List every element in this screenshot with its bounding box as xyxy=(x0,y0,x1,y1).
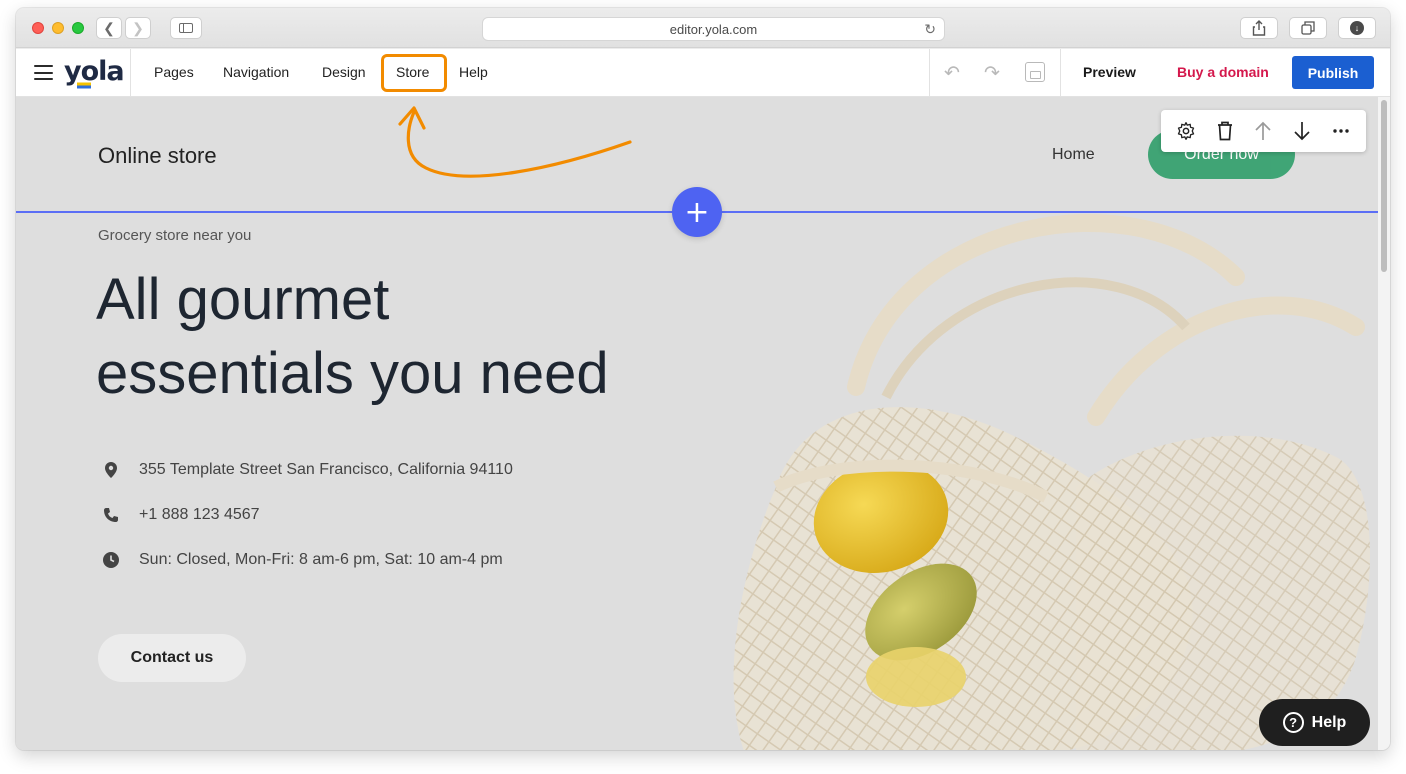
address-row[interactable]: 355 Template Street San Francisco, Calif… xyxy=(103,461,513,479)
store-highlight-box xyxy=(381,54,447,92)
gear-icon[interactable] xyxy=(1170,115,1202,147)
url-text: editor.yola.com xyxy=(669,21,758,37)
help-widget-button[interactable]: ? Help xyxy=(1259,699,1370,746)
hamburger-menu-icon[interactable] xyxy=(34,65,53,80)
preview-button[interactable]: Preview xyxy=(1083,64,1136,80)
menu-pages[interactable]: Pages xyxy=(154,64,194,80)
minimize-window-button[interactable] xyxy=(52,22,64,34)
contact-us-button[interactable]: Contact us xyxy=(98,634,246,682)
editor-toolbar: yola Pages Navigation Design Store Help … xyxy=(16,49,1390,97)
add-section-button[interactable]: + xyxy=(672,187,722,237)
browser-titlebar: ❮ ❯ editor.yola.com ↻ ↓ xyxy=(16,8,1390,48)
share-button[interactable] xyxy=(1240,17,1278,39)
buy-domain-link[interactable]: Buy a domain xyxy=(1177,64,1269,80)
close-window-button[interactable] xyxy=(32,22,44,34)
address-text: 355 Template Street San Francisco, Calif… xyxy=(139,461,513,478)
svg-text:yola: yola xyxy=(64,56,124,87)
sidebar-toggle-button[interactable] xyxy=(170,17,202,39)
hours-text: Sun: Closed, Mon-Fri: 8 am-6 pm, Sat: 10… xyxy=(139,551,503,568)
help-widget-label: Help xyxy=(1311,713,1347,731)
downloads-button[interactable]: ↓ xyxy=(1338,17,1376,39)
address-bar[interactable]: editor.yola.com ↻ xyxy=(482,17,945,41)
chevron-left-icon: ❮ xyxy=(103,19,115,36)
block-toolbar xyxy=(1161,110,1366,152)
menu-design[interactable]: Design xyxy=(322,64,366,80)
share-icon xyxy=(1252,20,1266,36)
tabs-icon xyxy=(1301,21,1315,35)
arrow-up-icon[interactable] xyxy=(1247,115,1279,147)
zoom-window-button[interactable] xyxy=(72,22,84,34)
arrow-down-icon[interactable] xyxy=(1286,115,1318,147)
sidebar-icon xyxy=(179,23,193,33)
phone-text: +1 888 123 4567 xyxy=(139,506,260,523)
reload-icon[interactable]: ↻ xyxy=(924,21,936,38)
clock-icon xyxy=(103,551,119,569)
publish-button[interactable]: Publish xyxy=(1292,56,1374,89)
canvas-scrollbar[interactable] xyxy=(1378,97,1390,750)
redo-icon[interactable]: ↷ xyxy=(984,62,1000,85)
question-icon: ? xyxy=(1282,712,1304,733)
menu-help[interactable]: Help xyxy=(459,64,488,80)
site-nav-home[interactable]: Home xyxy=(1052,146,1095,164)
browser-window: ❮ ❯ editor.yola.com ↻ ↓ yola Pages Navig xyxy=(16,8,1390,750)
divider xyxy=(130,49,131,97)
divider xyxy=(929,49,930,97)
forward-button[interactable]: ❯ xyxy=(125,17,151,39)
download-icon: ↓ xyxy=(1350,21,1364,35)
site-title[interactable]: Online store xyxy=(98,143,217,169)
trash-icon[interactable] xyxy=(1209,115,1241,147)
tabs-overview-button[interactable] xyxy=(1289,17,1327,39)
save-icon[interactable] xyxy=(1025,62,1045,82)
headline-line-1: All gourmet xyxy=(96,267,390,332)
hero-eyebrow[interactable]: Grocery store near you xyxy=(98,227,251,244)
hero-headline[interactable]: All gourmet essentials you need xyxy=(96,263,696,411)
menu-navigation[interactable]: Navigation xyxy=(223,64,289,80)
chevron-right-icon: ❯ xyxy=(132,19,144,36)
yola-logo: yola xyxy=(64,54,126,97)
headline-line-2: essentials you need xyxy=(96,341,609,406)
mesh-bag-image xyxy=(733,214,1370,750)
phone-icon xyxy=(103,506,119,524)
back-button[interactable]: ❮ xyxy=(96,17,122,39)
more-icon[interactable] xyxy=(1325,115,1357,147)
scrollbar-thumb[interactable] xyxy=(1381,100,1387,272)
site-canvas: Online store Home Order now + Grocery st… xyxy=(16,97,1378,750)
hours-row[interactable]: Sun: Closed, Mon-Fri: 8 am-6 pm, Sat: 10… xyxy=(103,551,503,569)
divider xyxy=(1060,49,1061,97)
location-pin-icon xyxy=(103,461,119,479)
undo-icon[interactable]: ↶ xyxy=(944,62,960,85)
phone-row[interactable]: +1 888 123 4567 xyxy=(103,506,260,524)
